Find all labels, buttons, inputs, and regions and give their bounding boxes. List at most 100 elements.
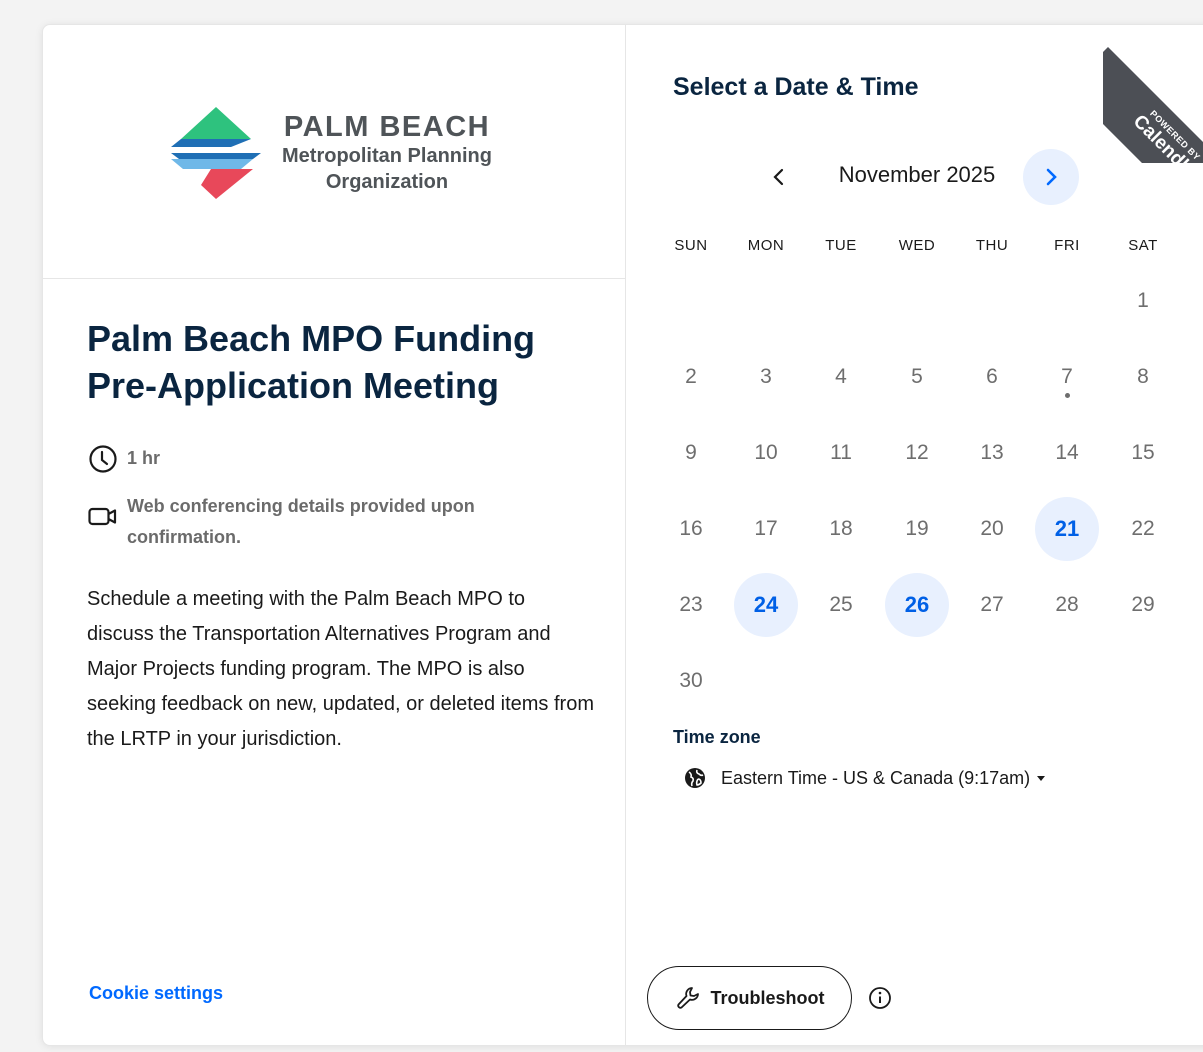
wrench-icon: [676, 987, 699, 1009]
calendar-day: 23: [659, 573, 723, 637]
day-number: 19: [905, 517, 929, 540]
today-indicator-dot: [1065, 393, 1070, 398]
organization-subtitle-2: Organization: [325, 171, 449, 193]
calendar-day: 11: [809, 421, 873, 485]
day-number: 5: [911, 365, 923, 388]
calendar-day: 30: [659, 649, 723, 713]
calendar-day: 15: [1111, 421, 1175, 485]
organization-subtitle-1: Metropolitan Planning: [282, 145, 492, 167]
calendar-day: 17: [734, 497, 798, 561]
calendar-day: 14: [1035, 421, 1099, 485]
globe-icon: [685, 768, 705, 788]
day-number: 23: [679, 593, 703, 616]
cookie-settings-link[interactable]: Cookie settings: [89, 983, 223, 1004]
event-title: Palm Beach MPO Funding Pre-Application M…: [87, 318, 536, 406]
weekday-sat: SAT: [1128, 237, 1158, 254]
calendar-day: 4: [809, 345, 873, 409]
calendar-day: 1: [1111, 269, 1175, 333]
organization-name-block: PALM BEACH Metropolitan Planning Organiz…: [267, 111, 507, 195]
available-date-button[interactable]: 24: [734, 573, 798, 637]
weekday-sun: SUN: [674, 237, 708, 254]
duration-row: 1 hr: [87, 443, 160, 475]
calendar-day: 16: [659, 497, 723, 561]
date-time-panel: Select a Date & Time November 2025 SUN MO…: [627, 25, 1203, 1045]
weekday-tue: TUE: [825, 237, 857, 254]
calendar-day: 8: [1111, 345, 1175, 409]
available-date-button[interactable]: 26: [885, 573, 949, 637]
available-date-button[interactable]: 21: [1035, 497, 1099, 561]
day-number: 28: [1055, 593, 1079, 616]
calendar-day: 13: [960, 421, 1024, 485]
day-number: 27: [980, 593, 1004, 616]
weekday-thu: THU: [975, 237, 1009, 254]
weekday-mon: MON: [747, 237, 785, 254]
calendar-day: 20: [960, 497, 1024, 561]
calendar-day: 3: [734, 345, 798, 409]
calendar-day: 7: [1035, 345, 1099, 409]
palm-beach-mpo-logo-icon: [171, 107, 261, 199]
day-number: 29: [1131, 593, 1155, 616]
calendar-day: 5: [885, 345, 949, 409]
day-number: 26: [904, 592, 930, 617]
calendar-day: 19: [885, 497, 949, 561]
location-row: Web conferencing details provided upon c…: [87, 491, 547, 553]
day-number: 11: [830, 441, 852, 464]
calendar-day: 2: [659, 345, 723, 409]
calendar-day: 9: [659, 421, 723, 485]
day-number: 30: [679, 669, 703, 692]
day-number: 12: [905, 441, 929, 464]
timezone-select[interactable]: Eastern Time - US & Canada (9:17am): [683, 763, 1046, 793]
day-number: 15: [1131, 441, 1155, 464]
event-details-panel: PALM BEACH Metropolitan Planning Organiz…: [43, 25, 626, 1045]
chevron-left-icon: [773, 168, 784, 186]
calendly-badge[interactable]: POWERED BY Calendly: [1103, 25, 1203, 163]
event-description: Schedule a meeting with the Palm Beach M…: [87, 588, 594, 750]
calendar-day: 6: [960, 345, 1024, 409]
calendar-day: 29: [1111, 573, 1175, 637]
organization-name: PALM BEACH: [283, 111, 491, 143]
day-number: 14: [1055, 441, 1079, 464]
timezone-label: Time zone: [673, 727, 761, 747]
organization-logo-area: PALM BEACH Metropolitan Planning Organiz…: [43, 25, 625, 279]
calendar-day: 25: [809, 573, 873, 637]
day-number: 22: [1131, 517, 1155, 540]
troubleshoot-button[interactable]: Troubleshoot: [647, 966, 852, 1030]
current-month: November 2025: [838, 162, 996, 187]
caret-down-icon: [1037, 776, 1046, 781]
day-number: 24: [753, 592, 779, 617]
event-location: Web conferencing details provided upon c…: [127, 496, 475, 547]
previous-month-button[interactable]: [757, 155, 801, 199]
day-number: 3: [760, 365, 772, 388]
day-number: 7: [1061, 365, 1073, 388]
calendar-day: 18: [809, 497, 873, 561]
calendar-day: 27: [960, 573, 1024, 637]
event-duration: 1 hr: [127, 448, 161, 468]
scheduling-card: PALM BEACH Metropolitan Planning Organiz…: [42, 24, 1203, 1046]
calendar-day: 28: [1035, 573, 1099, 637]
powered-by-calendly-ribbon: POWERED BY Calendly: [1103, 47, 1203, 163]
day-number: 25: [829, 593, 853, 616]
weekday-fri: FRI: [1054, 237, 1080, 254]
calendar-day: 10: [734, 421, 798, 485]
day-number: 8: [1137, 365, 1149, 388]
chevron-right-icon: [1046, 168, 1057, 186]
day-number: 4: [835, 365, 847, 388]
clock-icon: [89, 445, 117, 473]
day-number: 20: [980, 517, 1004, 540]
day-number: 10: [754, 441, 778, 464]
day-number: 21: [1054, 516, 1080, 541]
section-title: Select a Date & Time: [673, 73, 919, 101]
info-icon[interactable]: [867, 985, 893, 1011]
calendar-day: 12: [885, 421, 949, 485]
day-number: 17: [754, 517, 778, 540]
timezone-value: Eastern Time - US & Canada (9:17am): [721, 767, 1031, 788]
day-number: 2: [685, 365, 697, 388]
troubleshoot-label: Troubleshoot: [710, 987, 825, 1008]
calendar-day: 22: [1111, 497, 1175, 561]
day-number: 6: [986, 365, 998, 388]
day-number: 18: [829, 517, 853, 540]
day-number: 13: [980, 441, 1004, 464]
day-number: 1: [1137, 289, 1149, 312]
day-number: 16: [679, 517, 703, 540]
next-month-button[interactable]: [1023, 149, 1079, 205]
